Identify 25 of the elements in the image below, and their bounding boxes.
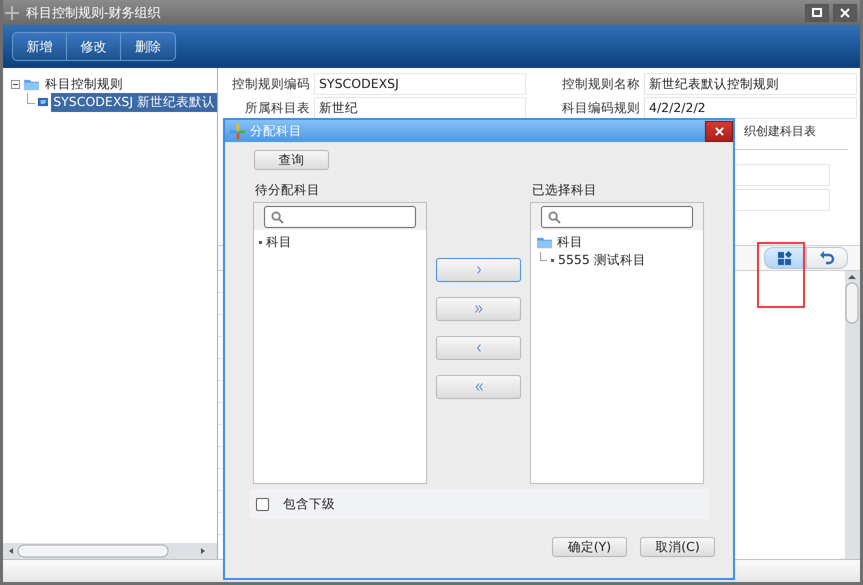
window-title: 科目控制规则-财务组织	[26, 4, 161, 22]
ok-button[interactable]: 确定(Y)	[552, 537, 627, 557]
list-title: 已选择科目	[532, 182, 598, 199]
toolbar-button[interactable]: 新增	[13, 33, 67, 60]
option-label: 织创建科目表	[744, 122, 816, 140]
text-field[interactable]: 新世纪	[314, 97, 526, 119]
tree-item[interactable]: 5555 测试科目	[558, 252, 646, 268]
tree-item[interactable]: 科目	[557, 234, 583, 250]
text-field[interactable]: SYSCODEXSJ	[314, 73, 526, 95]
toolbar-button[interactable]: 删除	[121, 33, 175, 60]
list-item[interactable]: 科目	[266, 234, 292, 250]
field-label: 所属科目表	[244, 100, 310, 116]
checkbox-label: 包含下级	[283, 496, 335, 512]
field-label: 控制规则名称	[561, 76, 640, 92]
tree-item[interactable]: 科目控制规则	[43, 74, 125, 94]
text-field[interactable]: 4/2/2/2/2	[644, 97, 857, 119]
toolbar-button[interactable]: 修改	[67, 33, 121, 60]
dialog-title: 分配科目	[250, 122, 302, 140]
tree-item[interactable]: SYSCODEXSJ 新世纪表默认	[51, 92, 217, 112]
cancel-button[interactable]: 取消(C)	[640, 537, 715, 557]
field-label: 控制规则编码	[231, 76, 310, 92]
list-title: 待分配科目	[255, 182, 321, 199]
field-label: 科目编码规则	[561, 100, 640, 116]
query-button[interactable]: 查询	[254, 150, 329, 170]
text-field[interactable]: 新世纪表默认控制规则	[644, 73, 857, 95]
